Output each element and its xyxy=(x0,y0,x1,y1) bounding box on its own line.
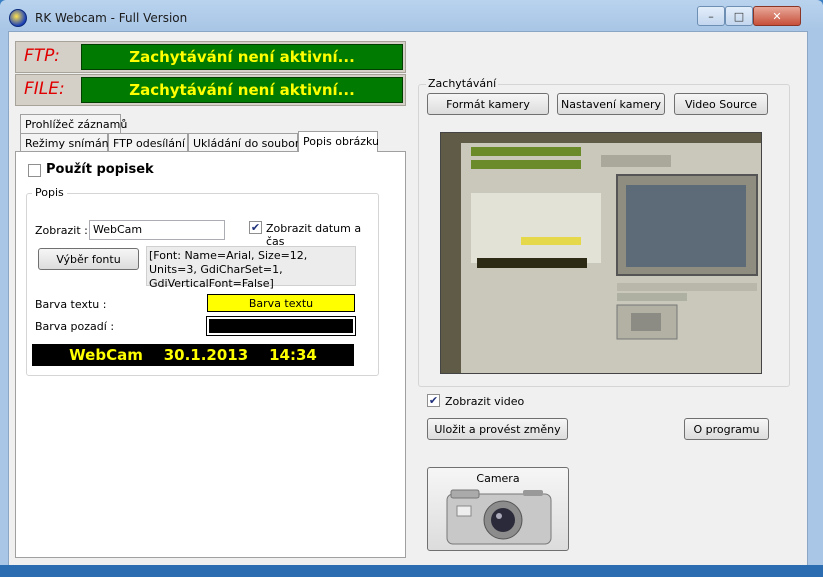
file-label: FILE: xyxy=(24,79,65,99)
video-preview xyxy=(440,132,762,374)
text-color-button[interactable]: Barva textu xyxy=(207,294,355,312)
camera-button-label: Camera xyxy=(476,472,520,485)
taskbar xyxy=(0,565,823,577)
maximize-button[interactable]: □ xyxy=(725,6,753,26)
main-client-area: FTP: Zachytávání není aktivní... FILE: Z… xyxy=(8,31,808,567)
tab-rezimy-snimani[interactable]: Režimy snímání xyxy=(20,133,112,152)
about-button[interactable]: O programu xyxy=(684,418,769,440)
ftp-label: FTP: xyxy=(24,46,60,66)
ftp-status-row: FTP: Zachytávání není aktivní... xyxy=(15,41,406,73)
use-caption-label: Použít popisek xyxy=(46,162,154,177)
bg-color-label: Barva pozadí : xyxy=(35,320,115,333)
file-status-row: FILE: Zachytávání není aktivní... xyxy=(15,74,406,106)
tab-ftp-odesilani[interactable]: FTP odesílání xyxy=(108,133,188,152)
close-button[interactable]: ✕ xyxy=(753,6,801,26)
popis-tab-panel: Použít popisek Popis Zobrazit : WebCam ✔… xyxy=(15,151,406,558)
window-title: RK Webcam - Full Version xyxy=(35,11,188,25)
use-caption-checkbox[interactable] xyxy=(28,164,41,177)
app-window: RK Webcam - Full Version – □ ✕ FTP: Zach… xyxy=(0,0,823,577)
show-datetime-checkbox[interactable]: ✔ xyxy=(249,221,262,234)
bg-color-button[interactable] xyxy=(206,316,356,336)
show-label: Zobrazit : xyxy=(35,224,88,237)
show-datetime-label: Zobrazit datum a čas xyxy=(266,222,362,248)
file-status-value: Zachytávání není aktivní... xyxy=(81,77,403,103)
font-info-text: [Font: Name=Arial, Size=12, Units=3, Gdi… xyxy=(146,246,356,290)
tab-ukladani-do-souboru[interactable]: Ukládání do souboru xyxy=(188,133,306,152)
capture-group-label: Zachytávání xyxy=(426,77,499,90)
camera-settings-button[interactable]: Nastavení kamery xyxy=(557,93,665,115)
popis-group: Popis Zobrazit : WebCam ✔ Zobrazit datum… xyxy=(26,186,379,376)
popis-group-label: Popis xyxy=(32,186,67,199)
text-color-label: Barva textu : xyxy=(35,298,107,311)
title-bar[interactable]: RK Webcam - Full Version – □ ✕ xyxy=(0,0,823,32)
save-apply-button[interactable]: Uložit a provést změny xyxy=(427,418,568,440)
show-video-checkbox[interactable]: ✔ xyxy=(427,394,440,407)
tab-prohlizec-zaznamu[interactable]: Prohlížeč záznamů xyxy=(20,114,127,133)
caption-preview: WebCam 30.1.2013 14:34 xyxy=(32,344,354,366)
webcam-frame-image xyxy=(441,133,761,373)
font-select-button[interactable]: Výběr fontu xyxy=(38,248,139,270)
show-text-input[interactable]: WebCam xyxy=(89,220,225,240)
camera-button[interactable]: Camera xyxy=(427,467,569,551)
video-source-button[interactable]: Video Source xyxy=(674,93,768,115)
tab-popis-obrazku[interactable]: Popis obrázku xyxy=(298,131,379,152)
show-video-label: Zobrazit video xyxy=(445,395,525,408)
minimize-button[interactable]: – xyxy=(697,6,725,26)
camera-icon xyxy=(446,489,552,545)
app-logo-icon xyxy=(9,9,27,27)
ftp-status-value: Zachytávání není aktivní... xyxy=(81,44,403,70)
camera-format-button[interactable]: Formát kamery xyxy=(427,93,549,115)
